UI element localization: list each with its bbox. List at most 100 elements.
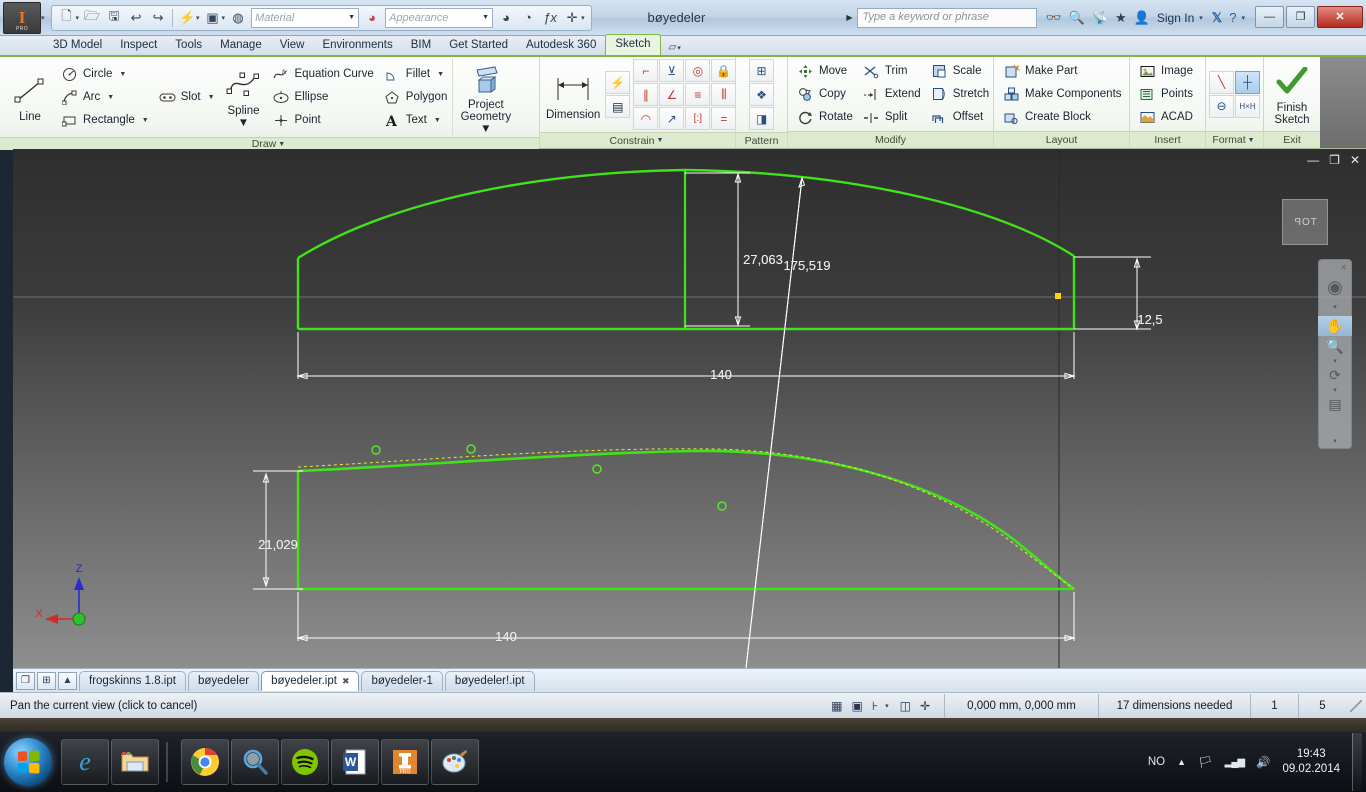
coincident-constraint-icon[interactable]: ⌐: [633, 59, 659, 82]
mirror-icon[interactable]: ◨: [749, 107, 774, 130]
paint-icon[interactable]: [431, 739, 479, 785]
circular-pattern-icon[interactable]: ❖: [749, 83, 774, 106]
appearance-picker-icon[interactable]: ◕: [495, 7, 517, 29]
tab-view[interactable]: View: [271, 36, 314, 55]
extend-button[interactable]: Extend: [858, 83, 926, 105]
appearance-combo[interactable]: Appearance ▼: [385, 7, 494, 28]
resize-grip[interactable]: [1350, 699, 1362, 712]
windows-explorer-icon[interactable]: [111, 739, 159, 785]
create-block-button[interactable]: Create Block: [998, 106, 1127, 128]
material-sphere-icon[interactable]: ◍: [227, 7, 249, 29]
help-icon[interactable]: ?: [1229, 10, 1236, 25]
inventor-icon[interactable]: PRO: [381, 739, 429, 785]
dimension-display-icon[interactable]: ⊦: [872, 699, 878, 713]
trim-button[interactable]: Trim: [858, 60, 926, 82]
constrain-panel-caret-icon[interactable]: ▼: [657, 137, 664, 144]
text-dropdown-icon[interactable]: ▼: [434, 117, 441, 124]
doc-tab-boyedeler-excl[interactable]: bøyedeler!.ipt: [444, 670, 535, 691]
redo-icon[interactable]: ↪: [147, 7, 169, 29]
image-button[interactable]: Image: [1134, 60, 1198, 82]
move-button[interactable]: Move: [792, 60, 858, 82]
tab-manage[interactable]: Manage: [211, 36, 271, 55]
fillet-button[interactable]: Fillet ▼: [379, 63, 453, 85]
equal-constraint-icon[interactable]: =: [711, 107, 737, 130]
favorites-icon[interactable]: ★: [1115, 10, 1127, 26]
ellipse-button[interactable]: Ellipse: [268, 86, 379, 108]
undo-icon[interactable]: ↩: [125, 7, 147, 29]
smooth-constraint-icon[interactable]: ↗: [659, 107, 685, 130]
snap-to-grid-icon[interactable]: ▦: [831, 699, 842, 713]
points-button[interactable]: Points: [1134, 83, 1198, 105]
circle-button[interactable]: Circle ▼: [56, 63, 154, 85]
project-geometry-button[interactable]: Project Geometry ▼: [452, 59, 518, 135]
full-navigation-wheel-icon[interactable]: ◉: [1321, 272, 1349, 302]
tangent-constraint-icon[interactable]: ∠: [659, 83, 685, 106]
action-center-icon[interactable]: 🏳: [1198, 755, 1213, 769]
network-icon[interactable]: ▂▄▆: [1225, 757, 1245, 768]
volume-icon[interactable]: 🔊: [1256, 755, 1270, 769]
spotify-icon[interactable]: [281, 739, 329, 785]
google-chrome-icon[interactable]: [181, 739, 229, 785]
parallel-constraint-icon[interactable]: ∥: [633, 83, 659, 106]
wheel-dropdown-icon[interactable]: ▾: [1321, 302, 1349, 311]
point-button[interactable]: Point: [268, 109, 379, 131]
fillet-dropdown-icon[interactable]: ▼: [437, 71, 444, 78]
tray-language[interactable]: NO: [1148, 756, 1165, 768]
project-geometry-dropdown-icon[interactable]: ▼: [480, 123, 491, 135]
microsoft-word-icon[interactable]: W: [331, 739, 379, 785]
tray-show-hidden-icon[interactable]: ▲: [1177, 757, 1186, 767]
gfx-restore-button[interactable]: ❐: [1329, 153, 1340, 167]
constraint-display-icon[interactable]: ▣: [851, 699, 862, 713]
format-panel-caret-icon[interactable]: ▼: [1248, 137, 1255, 144]
appearance-sphere-icon[interactable]: ◕: [361, 7, 383, 29]
cascade-windows-icon[interactable]: ⊞: [37, 671, 56, 690]
doc-tab-frogskinns[interactable]: frogskinns 1.8.ipt: [79, 670, 186, 691]
look-at-icon[interactable]: ▤: [1321, 394, 1349, 414]
restore-button[interactable]: ❐: [1286, 5, 1315, 28]
dimension-button[interactable]: Dimension: [544, 69, 602, 121]
update-icon[interactable]: ⚡: [176, 7, 198, 29]
app-menu-caret-icon[interactable]: ▾: [41, 14, 45, 22]
doc-tab-close-icon[interactable]: ✖: [342, 676, 350, 687]
internet-explorer-icon[interactable]: e: [61, 739, 109, 785]
gfx-close-button[interactable]: ✕: [1350, 153, 1360, 167]
stretch-button[interactable]: Stretch: [926, 83, 994, 105]
relax-mode-icon[interactable]: ✛: [920, 699, 930, 713]
copy-button[interactable]: Copy: [792, 83, 858, 105]
make-components-button[interactable]: Make Components: [998, 83, 1127, 105]
new-icon[interactable]: 🗋: [56, 7, 78, 29]
concentric-constraint-icon[interactable]: ◎: [685, 59, 711, 82]
dimension-display-dropdown-icon[interactable]: ▾: [885, 702, 889, 710]
slot-dropdown-icon[interactable]: ▼: [208, 94, 215, 101]
driven-dimension-icon[interactable]: H×H: [1235, 94, 1260, 118]
orbit-tool-icon[interactable]: ⟳: [1321, 365, 1349, 385]
orbit-dropdown-icon[interactable]: ▾: [1321, 385, 1349, 394]
ribbon-overflow-button[interactable]: ▱ ▾: [661, 40, 691, 55]
auto-dimension-icon[interactable]: ⚡: [605, 71, 631, 94]
subscription-icon[interactable]: 📡: [1092, 10, 1108, 26]
slice-graphics-icon[interactable]: ◫: [900, 699, 911, 713]
open-icon[interactable]: 🗁: [81, 7, 103, 29]
tab-inspect[interactable]: Inspect: [111, 36, 166, 55]
view-cube[interactable]: TOP: [1282, 199, 1328, 245]
application-menu-button[interactable]: I PRO: [3, 1, 41, 34]
doc-tab-boyedeler[interactable]: bøyedeler: [187, 670, 260, 691]
tab-bim[interactable]: BIM: [402, 36, 440, 55]
finish-sketch-button[interactable]: Finish Sketch: [1268, 62, 1316, 126]
taskbar-clock[interactable]: 19:43 09.02.2014: [1282, 747, 1340, 777]
tab-get-started[interactable]: Get Started: [440, 36, 517, 55]
nav-settings-icon[interactable]: ▾: [1321, 436, 1349, 445]
search-input[interactable]: Type a keyword or phrase: [857, 7, 1038, 28]
navbar-close-icon[interactable]: ✕: [1340, 263, 1347, 272]
clear-appearance-icon[interactable]: ◔: [517, 7, 539, 29]
symmetric-constraint-icon[interactable]: [:]: [685, 107, 711, 130]
tools-help-icon[interactable]: 🔍: [1069, 10, 1085, 26]
acad-button[interactable]: ACAD: [1134, 106, 1198, 128]
draw-panel-caret-icon[interactable]: ▼: [278, 141, 285, 148]
sign-in-dropdown-icon[interactable]: ▾: [1199, 14, 1203, 22]
add-to-qat-icon[interactable]: ✛: [561, 7, 583, 29]
close-button[interactable]: ✕: [1317, 5, 1363, 28]
collinear-constraint-icon[interactable]: ◠: [633, 107, 659, 130]
equation-curve-button[interactable]: fx Equation Curve: [268, 63, 379, 85]
vertical-constraint-icon[interactable]: ⫼: [711, 83, 737, 106]
